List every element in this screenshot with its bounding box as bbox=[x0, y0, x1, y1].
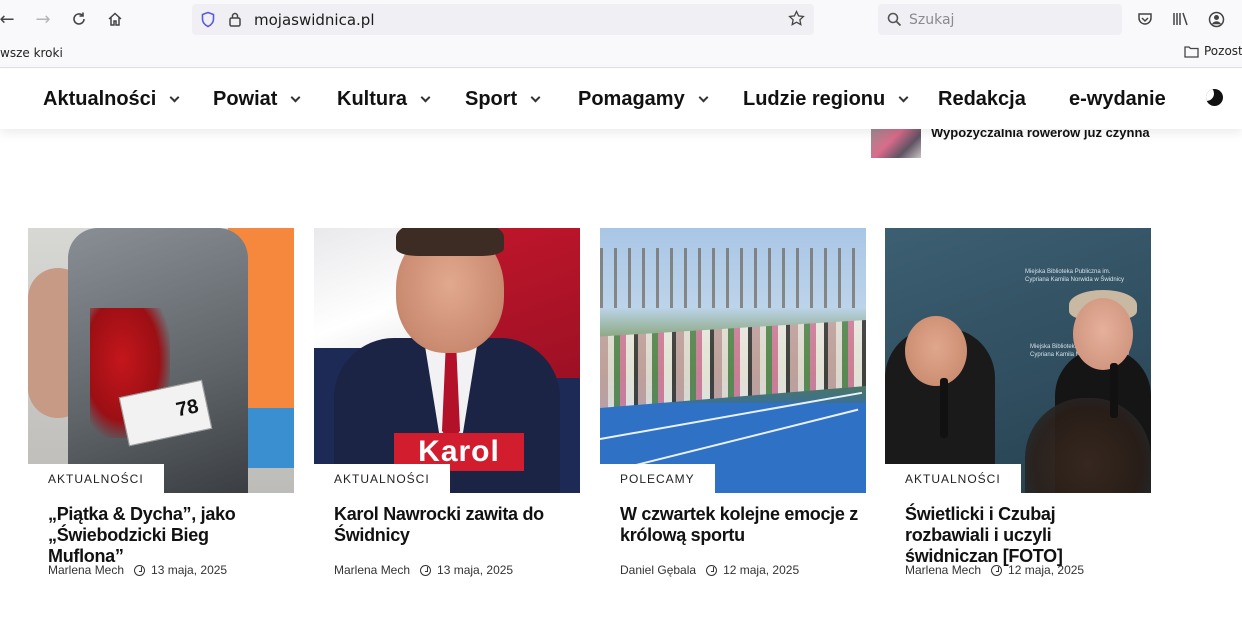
teaser-thumbnail[interactable] bbox=[871, 129, 921, 158]
menu-item-sport[interactable]: Sport bbox=[465, 88, 541, 111]
menu-item-kultura[interactable]: Kultura bbox=[337, 88, 431, 111]
chevron-down-icon bbox=[898, 92, 909, 102]
article-card: Karol AKTUALNOŚCI Karol Nawrocki zawita … bbox=[314, 228, 580, 577]
menu-item-label: Kultura bbox=[337, 88, 407, 110]
publish-date: 12 maja, 2025 bbox=[723, 563, 800, 577]
category-tag[interactable]: AKTUALNOŚCI bbox=[28, 464, 164, 494]
menu-item-label: Sport bbox=[465, 88, 518, 110]
article-meta: Marlena Mech 13 maja, 2025 bbox=[334, 563, 513, 577]
site-main-menu: Aktualności Powiat Kultura Sport Pomagam… bbox=[0, 69, 1242, 129]
search-placeholder: Szukaj bbox=[909, 12, 955, 28]
chevron-down-icon bbox=[291, 92, 301, 102]
moon-icon[interactable] bbox=[1206, 89, 1223, 106]
url-text[interactable]: mojaswidnica.pl bbox=[254, 11, 375, 29]
article-meta: Marlena Mech 13 maja, 2025 bbox=[48, 563, 227, 577]
menu-item-label: Ludzie regionu bbox=[743, 88, 886, 110]
browser-toolbar: ← → mojaswidnica.pl Szukaj bbox=[0, 0, 1242, 38]
article-image[interactable]: Karol bbox=[314, 228, 580, 493]
menu-item-ludzie-regionu[interactable]: Ludzie regionu bbox=[743, 88, 909, 111]
article-title[interactable]: Świetlicki i Czubaj rozbawiali i uczyli … bbox=[885, 504, 1151, 567]
menu-item-label: Aktualności bbox=[43, 88, 157, 110]
home-icon[interactable] bbox=[104, 8, 126, 30]
menu-item-label: Powiat bbox=[213, 88, 278, 110]
article-meta: Daniel Gębala 12 maja, 2025 bbox=[620, 563, 799, 577]
shield-icon[interactable] bbox=[200, 11, 216, 33]
library-icon[interactable] bbox=[1170, 8, 1192, 30]
search-icon bbox=[887, 12, 902, 32]
menu-item-label: Redakcja bbox=[938, 88, 1026, 110]
author-name[interactable]: Marlena Mech bbox=[48, 563, 124, 577]
bookmark-star-icon[interactable] bbox=[788, 9, 805, 32]
category-tag[interactable]: POLECAMY bbox=[600, 464, 715, 494]
article-card: POLECAMY W czwartek kolejne emocje z kró… bbox=[600, 228, 866, 577]
other-bookmarks[interactable]: Pozosta bbox=[1184, 44, 1242, 58]
menu-item-powiat[interactable]: Powiat bbox=[213, 88, 301, 111]
article-card: Miejska Biblioteka Publiczna im. Cyprian… bbox=[885, 228, 1151, 577]
address-bar[interactable]: mojaswidnica.pl bbox=[192, 4, 814, 35]
library-logo-text: Miejska Biblioteka Publiczna im. Cyprian… bbox=[1025, 269, 1125, 283]
category-tag[interactable]: AKTUALNOŚCI bbox=[885, 464, 1021, 494]
clock-icon bbox=[134, 564, 146, 576]
forward-icon[interactable]: → bbox=[32, 8, 54, 30]
article-title[interactable]: W czwartek kolejne emocje z królową spor… bbox=[600, 504, 866, 546]
chevron-down-icon bbox=[530, 92, 541, 102]
chevron-down-icon bbox=[698, 92, 709, 102]
category-tag[interactable]: AKTUALNOŚCI bbox=[314, 464, 450, 494]
account-icon[interactable] bbox=[1205, 8, 1227, 30]
lock-icon[interactable] bbox=[228, 11, 242, 32]
article-title[interactable]: Karol Nawrocki zawita do Świdnicy bbox=[314, 504, 580, 546]
article-card: 78 AKTUALNOŚCI „Piątka & Dycha”, jako „Ś… bbox=[28, 228, 294, 577]
clock-icon bbox=[420, 564, 432, 576]
back-icon[interactable]: ← bbox=[0, 8, 18, 30]
bookmarks-bar: wsze kroki Pozosta bbox=[0, 38, 1242, 68]
chevron-down-icon bbox=[169, 92, 180, 102]
article-image[interactable]: Miejska Biblioteka Publiczna im. Cyprian… bbox=[885, 228, 1151, 493]
article-title[interactable]: „Piątka & Dycha”, jako „Świebodzicki Bie… bbox=[28, 504, 294, 567]
menu-item-redakcja[interactable]: Redakcja bbox=[938, 88, 1026, 111]
menu-item-e-wydanie[interactable]: e-wydanie bbox=[1069, 88, 1166, 111]
menu-item-label: e-wydanie bbox=[1069, 88, 1166, 110]
author-name[interactable]: Marlena Mech bbox=[905, 563, 981, 577]
article-image[interactable] bbox=[600, 228, 866, 493]
menu-item-aktualnosci[interactable]: Aktualności bbox=[43, 88, 180, 111]
menu-item-pomagamy[interactable]: Pomagamy bbox=[578, 88, 709, 111]
reload-icon[interactable] bbox=[68, 8, 90, 30]
menu-item-label: Pomagamy bbox=[578, 88, 685, 110]
author-name[interactable]: Marlena Mech bbox=[334, 563, 410, 577]
clock-icon bbox=[991, 564, 1003, 576]
author-name[interactable]: Daniel Gębala bbox=[620, 563, 696, 577]
publish-date: 13 maja, 2025 bbox=[151, 563, 228, 577]
chevron-down-icon bbox=[420, 92, 431, 102]
publish-date: 13 maja, 2025 bbox=[437, 563, 514, 577]
article-image[interactable]: 78 bbox=[28, 228, 294, 493]
browser-search-field[interactable]: Szukaj bbox=[878, 4, 1122, 35]
bookmark-item[interactable]: wsze kroki bbox=[0, 46, 63, 60]
other-bookmarks-label: Pozosta bbox=[1204, 44, 1242, 58]
publish-date: 12 maja, 2025 bbox=[1008, 563, 1085, 577]
pocket-icon[interactable] bbox=[1134, 8, 1156, 30]
article-meta: Marlena Mech 12 maja, 2025 bbox=[905, 563, 1084, 577]
clock-icon bbox=[706, 564, 718, 576]
folder-icon bbox=[1184, 45, 1199, 58]
